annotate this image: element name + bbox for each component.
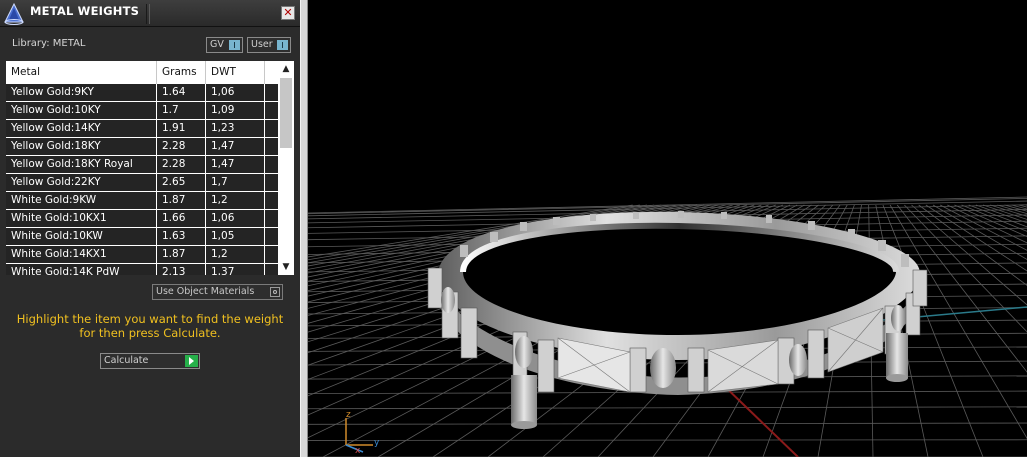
gv-library-toggle[interactable]: GV — [206, 37, 243, 53]
instruction-line-2: for then press Calculate. — [79, 326, 221, 340]
panel-title: METAL WEIGHTS — [30, 4, 140, 18]
cell-spacer — [265, 120, 278, 137]
gv-toggle-switch-icon — [229, 40, 240, 50]
cell-metal: White Gold:10KW — [6, 228, 157, 245]
table-row[interactable]: Yellow Gold:18KY Royal 2.28 1,47 — [6, 156, 278, 174]
table-row[interactable]: White Gold:10KX1 1.66 1,06 — [6, 210, 278, 228]
table-row[interactable]: Yellow Gold:22KY 2.65 1,7 — [6, 174, 278, 192]
3d-viewport[interactable]: z y x — [308, 0, 1027, 457]
cell-metal: Yellow Gold:22KY — [6, 174, 157, 191]
cell-spacer — [265, 192, 278, 209]
cell-metal: Yellow Gold:18KY Royal — [6, 156, 157, 173]
scroll-thumb[interactable] — [280, 78, 292, 148]
cell-metal: Yellow Gold:9KY — [6, 84, 157, 101]
instruction-text: Highlight the item you want to find the … — [8, 312, 292, 340]
gv-toggle-label: GV — [210, 39, 224, 50]
instruction-line-1: Highlight the item you want to find the … — [16, 312, 284, 326]
table-row[interactable]: White Gold:14KX1 1.87 1,2 — [6, 246, 278, 264]
cell-grams: 1.91 — [157, 120, 206, 137]
radio-icon — [270, 287, 280, 297]
cell-metal: White Gold:10KX1 — [6, 210, 157, 227]
axis-x-label: x — [355, 446, 361, 456]
table-row[interactable]: White Gold:14K PdW 2.13 1,37 — [6, 264, 278, 275]
app-logo-icon — [4, 2, 24, 25]
cell-dwt: 1,47 — [206, 138, 265, 155]
table-scrollbar[interactable]: ▲ ▼ — [278, 61, 294, 275]
panel-titlebar: METAL WEIGHTS ✕ — [0, 0, 300, 27]
viewport-canvas — [308, 196, 1027, 457]
cell-grams: 2.65 — [157, 174, 206, 191]
cell-metal: Yellow Gold:18KY — [6, 138, 157, 155]
title-separator — [146, 4, 150, 24]
scroll-up-arrow-icon[interactable]: ▲ — [278, 61, 294, 77]
close-button[interactable]: ✕ — [281, 6, 295, 20]
axis-z-label: z — [346, 410, 351, 420]
cell-metal: Yellow Gold:14KY — [6, 120, 157, 137]
cell-dwt: 1,09 — [206, 102, 265, 119]
cell-metal: White Gold:14K PdW — [6, 264, 157, 275]
ring-model — [427, 211, 928, 429]
cell-metal: White Gold:9KW — [6, 192, 157, 209]
cell-dwt: 1,05 — [206, 228, 265, 245]
cell-dwt: 1,06 — [206, 210, 265, 227]
column-header-metal[interactable]: Metal — [6, 61, 157, 84]
cell-dwt: 1,2 — [206, 192, 265, 209]
use-object-materials-toggle[interactable]: Use Object Materials — [152, 284, 283, 300]
cell-spacer — [265, 138, 278, 155]
cell-spacer — [265, 210, 278, 227]
table-row[interactable]: White Gold:10KW 1.63 1,05 — [6, 228, 278, 246]
cell-spacer — [265, 156, 278, 173]
cell-metal: Yellow Gold:10KY — [6, 102, 157, 119]
cell-grams: 2.28 — [157, 138, 206, 155]
cell-spacer — [265, 228, 278, 245]
play-arrow-icon — [185, 355, 198, 367]
table-row[interactable]: Yellow Gold:14KY 1.91 1,23 — [6, 120, 278, 138]
axis-y-label: y — [374, 438, 380, 448]
panel-splitter[interactable] — [300, 0, 308, 457]
column-header-grams[interactable]: Grams — [157, 61, 206, 84]
cell-grams: 1.63 — [157, 228, 206, 245]
table-body: Yellow Gold:9KY 1.64 1,06 Yellow Gold:10KY 1… — [6, 84, 278, 275]
user-library-toggle[interactable]: User — [247, 37, 291, 53]
metal-weights-panel: METAL WEIGHTS ✕ Library: METAL GV User M… — [0, 0, 300, 457]
library-label: Library: METAL — [12, 38, 86, 49]
cell-grams: 2.28 — [157, 156, 206, 173]
table-row[interactable]: Yellow Gold:9KY 1.64 1,06 — [6, 84, 278, 102]
table-row[interactable]: Yellow Gold:10KY 1.7 1,09 — [6, 102, 278, 120]
cell-spacer — [265, 246, 278, 263]
cell-spacer — [265, 84, 278, 101]
metal-table: Metal Grams DWT Yellow Gold:9KY 1.64 1,06 Y… — [6, 61, 294, 275]
calculate-button[interactable]: Calculate — [100, 353, 200, 369]
column-header-dwt[interactable]: DWT — [206, 61, 265, 84]
user-toggle-label: User — [251, 39, 273, 50]
cell-grams: 1.66 — [157, 210, 206, 227]
cell-spacer — [265, 264, 278, 275]
cell-spacer — [265, 102, 278, 119]
cell-dwt: 1,23 — [206, 120, 265, 137]
calculate-label: Calculate — [104, 355, 149, 366]
cell-dwt: 1,37 — [206, 264, 265, 275]
cell-spacer — [265, 174, 278, 191]
cell-dwt: 1,06 — [206, 84, 265, 101]
scroll-down-arrow-icon[interactable]: ▼ — [278, 259, 294, 275]
cell-grams: 1.7 — [157, 102, 206, 119]
cell-dwt: 1,7 — [206, 174, 265, 191]
cell-grams: 1.87 — [157, 246, 206, 263]
cell-dwt: 1,2 — [206, 246, 265, 263]
cell-metal: White Gold:14KX1 — [6, 246, 157, 263]
user-toggle-switch-icon — [277, 40, 288, 50]
table-row[interactable]: Yellow Gold:18KY 2.28 1,47 — [6, 138, 278, 156]
use-object-materials-label: Use Object Materials — [156, 286, 255, 297]
cell-grams: 2.13 — [157, 264, 206, 275]
cell-grams: 1.64 — [157, 84, 206, 101]
cell-dwt: 1,47 — [206, 156, 265, 173]
table-header: Metal Grams DWT — [6, 61, 278, 84]
cell-grams: 1.87 — [157, 192, 206, 209]
table-row[interactable]: White Gold:9KW 1.87 1,2 — [6, 192, 278, 210]
